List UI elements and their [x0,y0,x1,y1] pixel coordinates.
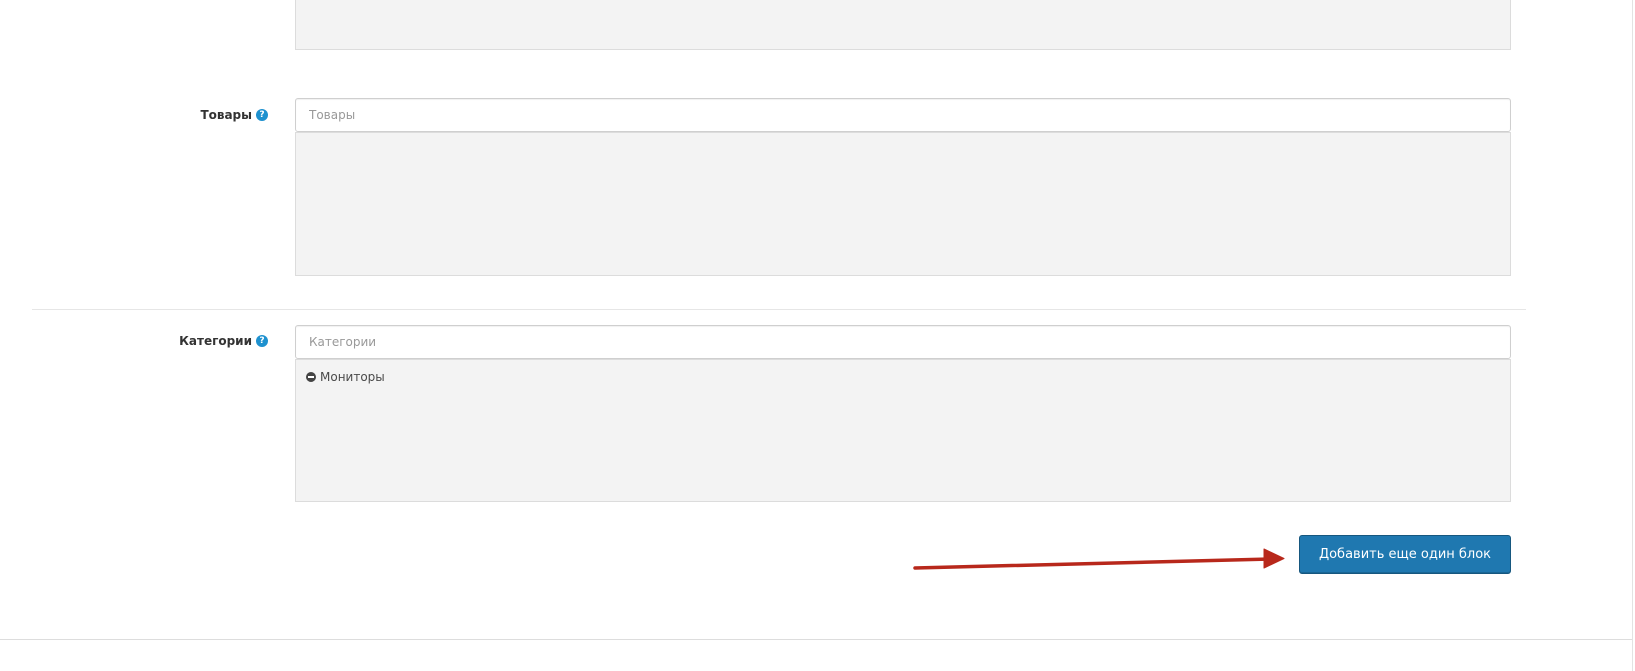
selected-category-name: Мониторы [320,370,385,384]
categories-selection-well: Мониторы [295,359,1511,502]
minus-circle-icon[interactable] [306,372,316,382]
previous-selection-well [295,0,1511,50]
question-circle-icon[interactable]: ? [256,335,268,347]
question-circle-icon[interactable]: ? [256,109,268,121]
products-label: Товары [200,108,252,122]
selected-category-item: Мониторы [306,370,385,384]
products-label-row: Товары ? [120,107,268,123]
categories-autocomplete-input[interactable] [295,325,1511,359]
categories-label: Категории [179,334,252,348]
form-divider [32,309,1526,310]
add-another-block-button[interactable]: Добавить еще один блок [1299,535,1511,574]
categories-label-row: Категории ? [120,333,268,349]
panel-bottom-border [0,639,1632,640]
products-selection-well [295,132,1511,276]
page-edge-line [1632,0,1633,671]
red-arrow-annotation [913,548,1285,570]
products-autocomplete-input[interactable] [295,98,1511,132]
